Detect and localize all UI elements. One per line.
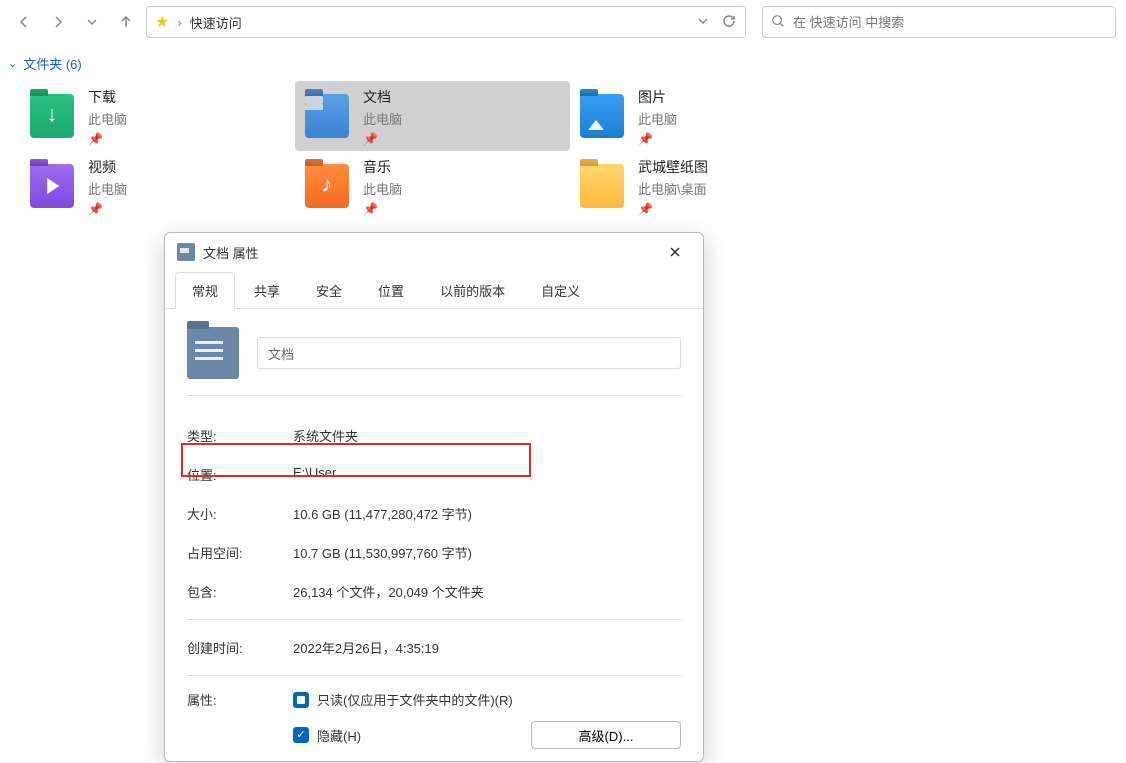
folder-icon	[30, 94, 74, 138]
folder-item[interactable]: 武城壁纸图 此电脑\桌面 📌	[570, 151, 845, 221]
tab-常规[interactable]: 常规	[175, 272, 235, 309]
dialog-tabs: 常规共享安全位置以前的版本自定义	[165, 271, 703, 309]
tab-以前的版本[interactable]: 以前的版本	[423, 272, 522, 308]
folder-name: 下载	[88, 87, 127, 107]
search-bar[interactable]	[762, 6, 1116, 38]
nav-back-button[interactable]	[10, 8, 38, 36]
folder-item[interactable]: 音乐 此电脑 📌	[295, 151, 570, 221]
location-label: 位置:	[187, 465, 293, 484]
nav-up-button[interactable]	[112, 8, 140, 36]
documents-folder-icon	[187, 327, 239, 379]
dialog-title-text: 文档 属性	[203, 243, 259, 262]
quick-access-star-icon: ★	[155, 12, 169, 32]
folder-name: 文档	[363, 87, 402, 107]
chevron-down-icon: ⌄	[8, 57, 17, 70]
folder-name-input[interactable]	[257, 337, 681, 369]
hidden-checkbox[interactable]	[293, 727, 309, 743]
contains-value: 26,134 个文件，20,049 个文件夹	[293, 582, 681, 601]
search-icon	[771, 14, 785, 31]
dialog-titlebar[interactable]: 文档 属性	[165, 233, 703, 271]
folder-name: 视频	[88, 157, 127, 177]
folder-location: 此电脑	[638, 109, 677, 128]
properties-dialog: 文档 属性 常规共享安全位置以前的版本自定义 类型:系统文件夹 位置: E:\U…	[164, 232, 704, 762]
folder-icon	[305, 94, 349, 138]
name-row	[187, 327, 681, 396]
created-value: 2022年2月26日，4:35:19	[293, 638, 681, 657]
size-label: 大小:	[187, 504, 293, 523]
pin-icon: 📌	[363, 202, 402, 216]
tab-位置[interactable]: 位置	[361, 272, 421, 308]
attributes-label: 属性:	[187, 690, 293, 709]
readonly-label: 只读(仅应用于文件夹中的文件)(R)	[317, 690, 513, 709]
type-label: 类型:	[187, 426, 293, 445]
address-dropdown-icon[interactable]	[697, 15, 709, 30]
size-on-disk-label: 占用空间:	[187, 543, 293, 562]
section-label: 文件夹 (6)	[23, 54, 82, 73]
folder-location: 此电脑	[88, 109, 127, 128]
search-input[interactable]	[793, 15, 1107, 30]
hidden-label: 隐藏(H)	[317, 726, 361, 745]
folder-name: 图片	[638, 87, 677, 107]
folder-icon	[30, 164, 74, 208]
folder-meta: 武城壁纸图 此电脑\桌面 📌	[638, 157, 708, 216]
folder-item[interactable]: 文档 此电脑 📌	[295, 81, 570, 151]
folder-meta: 图片 此电脑 📌	[638, 87, 677, 146]
nav-recent-dropdown[interactable]	[78, 8, 106, 36]
type-value: 系统文件夹	[293, 426, 681, 445]
folder-location: 此电脑	[363, 109, 402, 128]
folder-item[interactable]: 图片 此电脑 📌	[570, 81, 845, 151]
folder-meta: 视频 此电脑 📌	[88, 157, 127, 216]
pin-icon: 📌	[638, 202, 708, 216]
folder-meta: 下载 此电脑 📌	[88, 87, 127, 146]
folder-item[interactable]: 视频 此电脑 📌	[20, 151, 295, 221]
size-value: 10.6 GB (11,477,280,472 字节)	[293, 504, 681, 523]
folder-meta: 文档 此电脑 📌	[363, 87, 402, 146]
tab-共享[interactable]: 共享	[237, 272, 297, 308]
pin-icon: 📌	[88, 202, 127, 216]
breadcrumb-separator: ›	[177, 15, 181, 30]
folder-location: 此电脑\桌面	[638, 179, 708, 198]
created-label: 创建时间:	[187, 638, 293, 657]
readonly-checkbox[interactable]	[293, 692, 309, 708]
contains-label: 包含:	[187, 582, 293, 601]
folder-location: 此电脑	[363, 179, 402, 198]
folder-location: 此电脑	[88, 179, 127, 198]
nav-forward-button[interactable]	[44, 8, 72, 36]
pin-icon: 📌	[363, 132, 402, 146]
folder-icon	[580, 164, 624, 208]
folders-grid: 下载 此电脑 📌 文档 此电脑 📌 图片 此电脑 📌 视频 此电脑 📌 音乐 此…	[0, 77, 1126, 221]
properties-list: 类型:系统文件夹 位置: E:\User 大小:10.6 GB (11,477,…	[187, 416, 681, 755]
breadcrumb-path[interactable]: 快速访问	[190, 13, 242, 32]
dialog-body: 类型:系统文件夹 位置: E:\User 大小:10.6 GB (11,477,…	[165, 309, 703, 762]
folder-icon	[177, 243, 195, 261]
size-on-disk-value: 10.7 GB (11,530,997,760 字节)	[293, 543, 681, 562]
refresh-icon[interactable]	[721, 13, 737, 32]
folder-icon	[580, 94, 624, 138]
tab-安全[interactable]: 安全	[299, 272, 359, 308]
folder-name: 武城壁纸图	[638, 157, 708, 177]
folder-icon	[305, 164, 349, 208]
location-value: E:\User	[293, 465, 681, 484]
pin-icon: 📌	[638, 132, 677, 146]
folder-meta: 音乐 此电脑 📌	[363, 157, 402, 216]
folder-name: 音乐	[363, 157, 402, 177]
pin-icon: 📌	[88, 132, 127, 146]
close-button[interactable]	[659, 238, 691, 266]
folders-section-header[interactable]: ⌄ 文件夹 (6)	[0, 44, 1126, 77]
address-bar[interactable]: ★ › 快速访问	[146, 6, 746, 38]
tab-自定义[interactable]: 自定义	[524, 272, 597, 308]
folder-item[interactable]: 下载 此电脑 📌	[20, 81, 295, 151]
advanced-button[interactable]: 高级(D)...	[531, 721, 681, 749]
explorer-topbar: ★ › 快速访问	[0, 0, 1126, 44]
